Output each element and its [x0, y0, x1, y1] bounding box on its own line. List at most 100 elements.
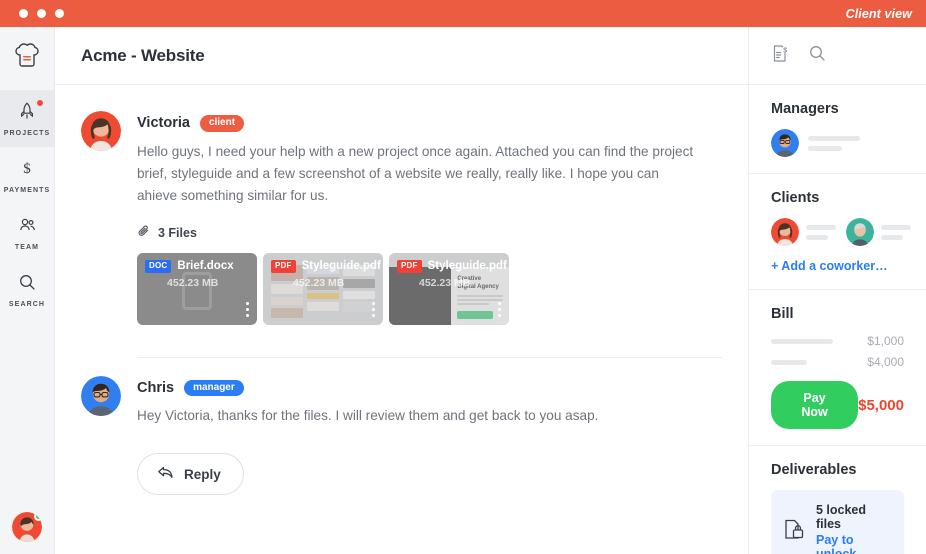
sidebar-item-payments-label: PAYMENTS [3, 187, 51, 194]
notification-dot [37, 100, 43, 106]
pay-to-unlock-link[interactable]: Pay to unlock [816, 533, 892, 554]
svg-text:$: $ [23, 161, 31, 177]
avatar [771, 218, 799, 246]
window-controls[interactable] [19, 9, 64, 18]
message-header: Victoria client [137, 115, 722, 132]
details-panel: $ Managers Clients + Add a coworker… Bil… [748, 27, 926, 554]
message-text: Hey Victoria, thanks for the files. I wi… [137, 408, 599, 423]
clients-section: Clients + Add a coworker… [749, 174, 926, 290]
nav-items: PROJECTS $ PAYMENTS TEAM SEARCH [0, 90, 54, 318]
sidebar-item-team[interactable]: TEAM [0, 204, 54, 261]
file-type-badge: PDF [397, 259, 422, 273]
svg-text:$: $ [783, 47, 787, 54]
attachment-cards: DOC Brief.docx 452.23 MB PDF Styleguide.… [137, 252, 722, 325]
window-minimize-dot[interactable] [37, 9, 46, 18]
file-size: 452.23 MB [419, 276, 471, 289]
file-card[interactable]: DOC Brief.docx 452.23 MB [137, 252, 257, 325]
message-item: Victoria client Hello guys, I need your … [81, 111, 722, 343]
online-status-dot [34, 512, 42, 521]
attachments-count: 3 Files [158, 226, 197, 240]
file-name: Brief.docx [177, 260, 234, 272]
locked-files-text: 5 locked files Pay to unlock [816, 503, 892, 554]
role-badge: manager [184, 379, 244, 396]
bill-line-item: $1,000 [771, 334, 904, 348]
add-coworker-link[interactable]: + Add a coworker… [771, 259, 904, 273]
sidebar-item-team-label: TEAM [14, 244, 40, 251]
file-card[interactable]: PDF Styleguide.pdf 452.23 MB [263, 252, 383, 325]
reply-row: Reply [81, 445, 722, 513]
attachments-summary: 3 Files [137, 224, 722, 243]
message-body: Chris manager Hey Victoria, thanks for t… [137, 376, 722, 428]
bill-title: Bill [771, 306, 794, 322]
dollar-icon: $ [18, 159, 36, 177]
bill-line-placeholder [771, 338, 833, 344]
left-nav-rail: PROJECTS $ PAYMENTS TEAM SEARCH [0, 27, 55, 554]
page-title: Acme - Website [81, 45, 205, 65]
sidebar-item-payments[interactable]: $ PAYMENTS [0, 147, 54, 204]
file-card[interactable]: Creative Digital Agency PDF Styleguide.p… [389, 252, 509, 325]
details-panel-toolbar: $ [749, 27, 926, 85]
paperclip-icon [137, 224, 151, 243]
bill-line-amount: $4,000 [867, 355, 904, 369]
avatar [846, 218, 874, 246]
main-content: Acme - Website Victoria client Hello guy… [55, 27, 748, 554]
file-type-badge: DOC [145, 259, 172, 273]
list-item[interactable] [771, 129, 904, 157]
deliverables-title: Deliverables [771, 462, 857, 478]
locked-files-box[interactable]: 5 locked files Pay to unlock [771, 490, 904, 554]
window-maximize-dot[interactable] [55, 9, 64, 18]
deliverables-section: Deliverables 5 locked files Pay to unloc… [749, 446, 926, 554]
clients-list [771, 218, 911, 246]
reply-button[interactable]: Reply [137, 453, 244, 495]
managers-title: Managers [771, 101, 839, 117]
app-window: Client view PROJECTS $ PAYMENTS TEAM SEA… [0, 0, 926, 554]
file-name: Styleguide.pdf [301, 260, 381, 272]
pay-now-button[interactable]: Pay Now [771, 381, 859, 429]
locked-file-icon [783, 518, 805, 546]
list-item[interactable] [846, 218, 911, 246]
bill-line-item: $4,000 [771, 355, 904, 369]
message-feed: Victoria client Hello guys, I need your … [55, 85, 748, 554]
avatar [771, 129, 799, 157]
reply-arrow-icon [157, 465, 174, 483]
app-body: PROJECTS $ PAYMENTS TEAM SEARCH Acme - W… [0, 27, 926, 554]
locked-files-count: 5 locked files [816, 503, 867, 531]
person-name-placeholder [808, 135, 860, 151]
bill-line-amount: $1,000 [867, 334, 904, 348]
avatar[interactable] [81, 375, 121, 428]
file-type-badge: PDF [271, 259, 296, 273]
search-icon[interactable] [808, 44, 826, 67]
sidebar-item-projects[interactable]: PROJECTS [0, 90, 54, 147]
current-user-avatar[interactable] [12, 512, 42, 542]
file-size: 452.23 MB [293, 276, 345, 289]
file-menu-icon[interactable] [372, 301, 375, 317]
file-menu-icon[interactable] [246, 301, 249, 317]
file-menu-icon[interactable] [498, 301, 501, 317]
file-size: 452.23 MB [167, 276, 219, 289]
bill-line-placeholder [771, 359, 807, 365]
content-header: Acme - Website [55, 27, 748, 85]
avatar[interactable] [81, 111, 121, 325]
message-header: Chris manager [137, 379, 722, 396]
message-text: Hello guys, I need your help with a new … [137, 143, 694, 203]
person-name-placeholder [881, 224, 911, 240]
message-author: Chris [137, 379, 175, 396]
app-logo-icon[interactable] [12, 41, 42, 76]
invoice-icon[interactable]: $ [771, 44, 790, 68]
window-close-dot[interactable] [19, 9, 28, 18]
sidebar-item-projects-label: PROJECTS [3, 130, 51, 137]
bill-total-row: Pay Now $5,000 [771, 381, 904, 429]
magnifier-icon [18, 273, 36, 291]
sidebar-item-search-label: SEARCH [8, 301, 46, 308]
window-titlebar: Client view [0, 0, 926, 27]
list-item[interactable] [771, 218, 836, 246]
client-view-label: Client view [845, 6, 912, 21]
message-item: Chris manager Hey Victoria, thanks for t… [81, 375, 722, 446]
bill-total: $5,000 [858, 396, 904, 414]
reply-button-label: Reply [184, 466, 221, 482]
sidebar-item-search[interactable]: SEARCH [0, 261, 54, 318]
clients-title: Clients [771, 190, 820, 206]
rocket-icon [18, 100, 43, 120]
divider [137, 356, 722, 358]
message-body: Victoria client Hello guys, I need your … [137, 111, 722, 325]
